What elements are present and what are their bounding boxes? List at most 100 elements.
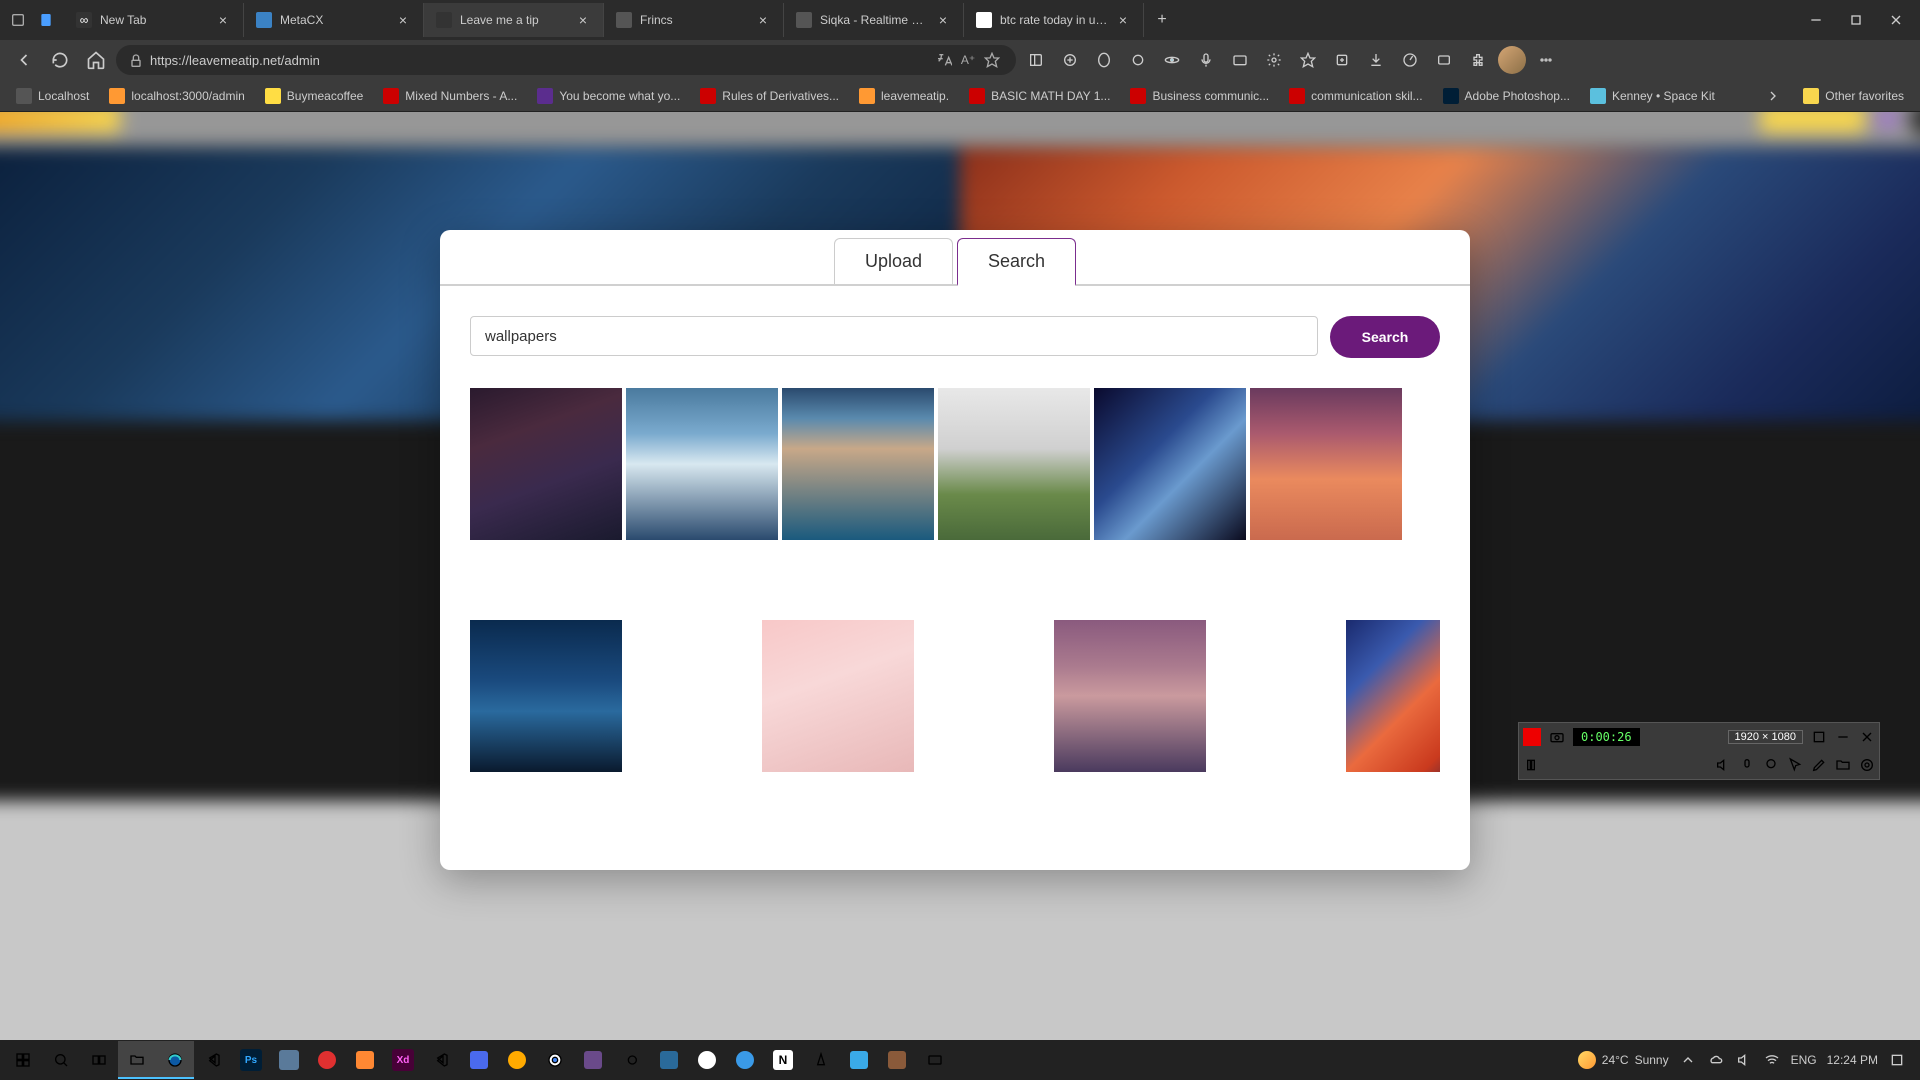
volume-icon[interactable] — [1735, 1051, 1753, 1069]
clock[interactable]: 12:24 PM — [1827, 1053, 1878, 1067]
app-icon[interactable] — [840, 1041, 878, 1079]
bookmark-item[interactable]: communication skil... — [1281, 83, 1430, 109]
onedrive-icon[interactable] — [1707, 1051, 1725, 1069]
app-icon[interactable] — [878, 1041, 916, 1079]
result-thumbnail[interactable] — [782, 388, 934, 540]
close-icon[interactable]: × — [395, 12, 411, 28]
weather-widget[interactable]: 24°C Sunny — [1578, 1051, 1669, 1069]
notion-icon[interactable]: N — [764, 1041, 802, 1079]
tab-frincs[interactable]: Frincs× — [604, 3, 784, 37]
tab-siqka[interactable]: Siqka - Realtime P2P Cryptocurre× — [784, 3, 964, 37]
app-icon[interactable] — [574, 1041, 612, 1079]
vlc-icon[interactable] — [802, 1041, 840, 1079]
app-icon-button[interactable] — [1876, 112, 1899, 130]
tab-google-search[interactable]: btc rate today in usd - Google Se× — [964, 3, 1144, 37]
result-thumbnail[interactable] — [1346, 620, 1440, 772]
wallet-icon[interactable] — [1224, 44, 1256, 76]
chevron-up-icon[interactable] — [1679, 1051, 1697, 1069]
bookmark-item[interactable]: Rules of Derivatives... — [692, 83, 847, 109]
folder-icon[interactable] — [1831, 753, 1855, 777]
ext-opera-icon[interactable] — [1088, 44, 1120, 76]
results-scroll[interactable] — [470, 388, 1440, 850]
close-icon[interactable]: × — [755, 12, 771, 28]
vscode-icon[interactable] — [194, 1041, 232, 1079]
speaker-icon[interactable] — [1711, 753, 1735, 777]
screen-recorder-widget[interactable]: 0:00:26 1920 × 1080 — [1518, 722, 1880, 780]
task-view-icon[interactable] — [80, 1041, 118, 1079]
home-button[interactable] — [80, 44, 112, 76]
bookmark-item[interactable]: Kenney • Space Kit — [1582, 83, 1723, 109]
bookmark-item[interactable]: Business communic... — [1122, 83, 1277, 109]
close-icon[interactable]: × — [215, 12, 231, 28]
address-bar[interactable]: https://leavemeatip.net/admin A⁺ — [116, 45, 1016, 75]
tab-new-tab[interactable]: ∞New Tab× — [64, 3, 244, 37]
back-button[interactable] — [8, 44, 40, 76]
app-icon[interactable] — [650, 1041, 688, 1079]
bookmark-item[interactable]: You become what yo... — [529, 83, 688, 109]
webcam-icon[interactable] — [1759, 753, 1783, 777]
notifications-icon[interactable] — [1888, 1051, 1906, 1069]
tab-leavemeatip[interactable]: Leave me a tip× — [424, 3, 604, 37]
pause-icon[interactable] — [1519, 753, 1543, 777]
translate-icon[interactable] — [932, 48, 956, 72]
start-button[interactable] — [4, 1041, 42, 1079]
search-button[interactable]: Search — [1330, 316, 1440, 358]
app-icon[interactable] — [498, 1041, 536, 1079]
tab-search[interactable]: Search — [957, 238, 1076, 286]
result-thumbnail[interactable] — [1054, 620, 1206, 772]
bookmark-item[interactable]: leavemeatip. — [851, 83, 957, 109]
mail-icon[interactable] — [916, 1041, 954, 1079]
favorite-star-icon[interactable] — [980, 48, 1004, 72]
collections-icon[interactable] — [1326, 44, 1358, 76]
search-icon[interactable] — [42, 1041, 80, 1079]
fullscreen-icon[interactable] — [1807, 725, 1831, 749]
ext-react-icon[interactable] — [1156, 44, 1188, 76]
blender-icon[interactable] — [612, 1041, 650, 1079]
tab-metacx[interactable]: MetaCX× — [244, 3, 424, 37]
bookmark-item[interactable]: localhost:3000/admin — [101, 83, 252, 109]
app-icon[interactable] — [270, 1041, 308, 1079]
result-thumbnail[interactable] — [470, 620, 622, 772]
close-window-button[interactable] — [1876, 5, 1916, 35]
app-icon[interactable] — [726, 1041, 764, 1079]
more-menu-icon[interactable] — [1530, 44, 1562, 76]
app-cta-button[interactable] — [1760, 112, 1865, 133]
web-capture-icon[interactable] — [1428, 44, 1460, 76]
refresh-button[interactable] — [44, 44, 76, 76]
result-thumbnail[interactable] — [938, 388, 1090, 540]
app-avatar[interactable] — [1909, 112, 1920, 137]
new-tab-button[interactable]: + — [1148, 6, 1176, 34]
zoom-in-icon[interactable] — [1054, 44, 1086, 76]
wifi-icon[interactable] — [1763, 1051, 1781, 1069]
settings-gear-icon[interactable] — [1258, 44, 1290, 76]
language-indicator[interactable]: ENG — [1791, 1053, 1817, 1067]
mic-icon[interactable] — [1735, 753, 1759, 777]
bookmark-item[interactable]: BASIC MATH DAY 1... — [961, 83, 1118, 109]
rec-settings-icon[interactable] — [1855, 753, 1879, 777]
camera-icon[interactable] — [1545, 725, 1569, 749]
microphone-icon[interactable] — [1190, 44, 1222, 76]
downloads-icon[interactable] — [1360, 44, 1392, 76]
profile-avatar[interactable] — [1496, 44, 1528, 76]
minimize-recorder-icon[interactable] — [1831, 725, 1855, 749]
edge-browser-icon[interactable] — [156, 1041, 194, 1079]
maximize-button[interactable] — [1836, 5, 1876, 35]
app-icon[interactable] — [308, 1041, 346, 1079]
minimize-button[interactable] — [1796, 5, 1836, 35]
app-icon[interactable] — [688, 1041, 726, 1079]
bookmark-item[interactable]: Mixed Numbers - A... — [375, 83, 525, 109]
workspace-icon[interactable] — [32, 6, 60, 34]
tab-upload[interactable]: Upload — [834, 238, 953, 284]
close-icon[interactable]: × — [935, 12, 951, 28]
file-explorer-icon[interactable] — [118, 1041, 156, 1079]
other-favorites-button[interactable]: Other favorites — [1795, 83, 1912, 109]
app-icon[interactable] — [460, 1041, 498, 1079]
tab-actions-icon[interactable] — [4, 6, 32, 34]
performance-icon[interactable] — [1394, 44, 1426, 76]
favorites-icon[interactable] — [1292, 44, 1324, 76]
ext-circle-icon[interactable] — [1122, 44, 1154, 76]
app-icon[interactable] — [346, 1041, 384, 1079]
bookmark-item[interactable]: Buymeacoffee — [257, 83, 372, 109]
result-thumbnail[interactable] — [762, 620, 914, 772]
result-thumbnail[interactable] — [470, 388, 622, 540]
